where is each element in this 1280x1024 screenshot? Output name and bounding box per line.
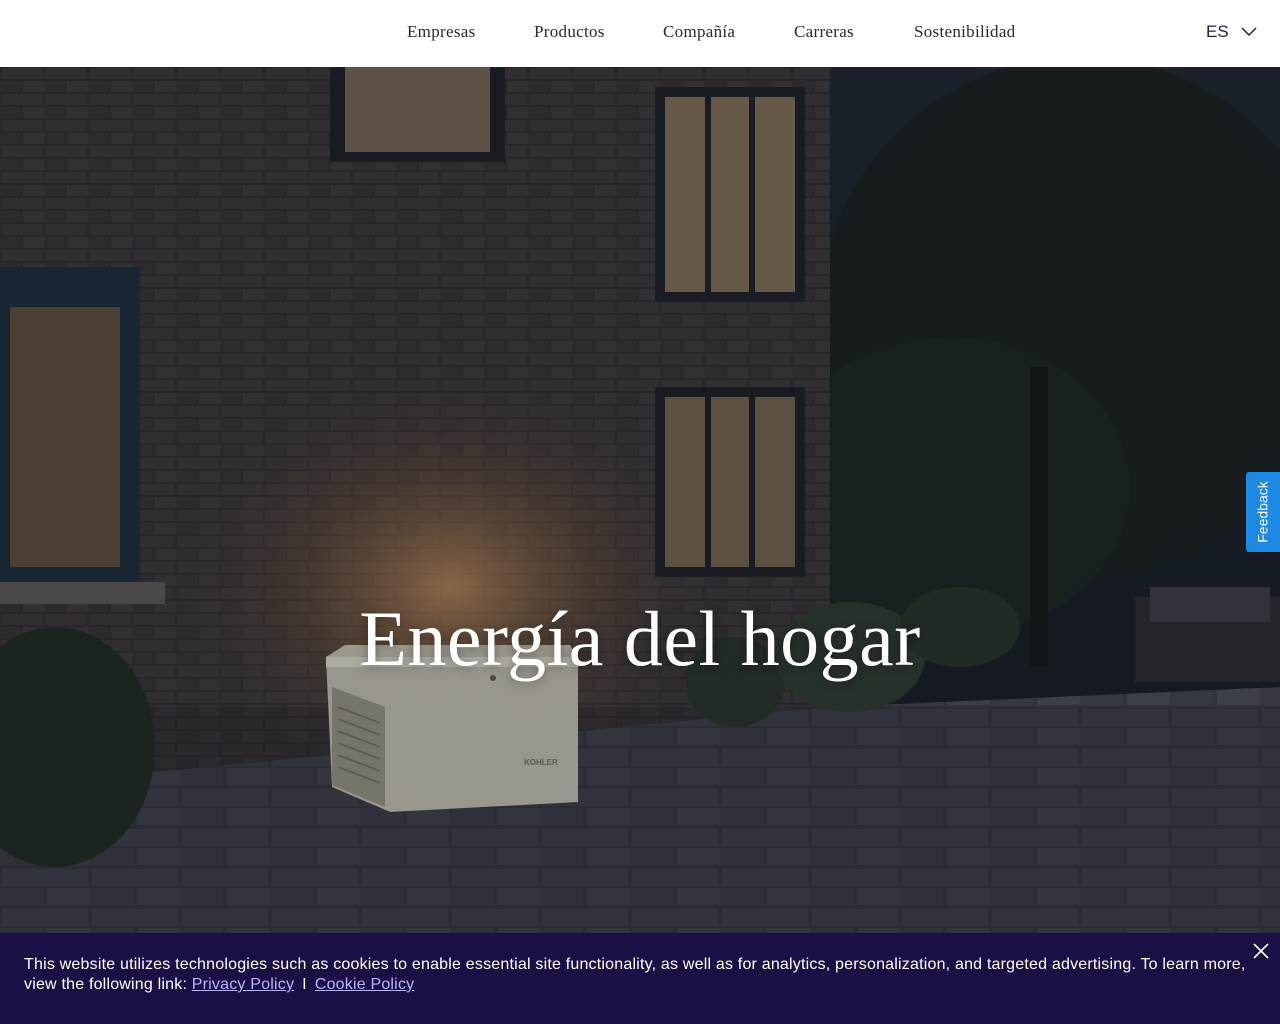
cookie-banner: This website utilizes technologies such …: [0, 933, 1280, 1024]
link-separator: I: [302, 976, 307, 993]
nav-sostenibilidad[interactable]: Sostenibilidad: [914, 22, 1015, 42]
cookie-message: This website utilizes technologies such …: [24, 955, 1256, 995]
feedback-label: Feedback: [1255, 481, 1272, 543]
privacy-policy-link[interactable]: Privacy Policy: [192, 976, 294, 993]
feedback-tab[interactable]: Feedback: [1246, 472, 1280, 552]
main-nav: Empresas Productos Compañía Carreras Sos…: [0, 0, 1280, 67]
hero-section: KOHLER Energía del hogar: [0, 67, 1280, 933]
language-selector[interactable]: ES: [1206, 22, 1257, 42]
cookie-policy-link[interactable]: Cookie Policy: [315, 976, 415, 993]
nav-productos[interactable]: Productos: [534, 22, 605, 42]
site-header: Empresas Productos Compañía Carreras Sos…: [0, 0, 1280, 67]
nav-carreras[interactable]: Carreras: [794, 22, 854, 42]
nav-compania[interactable]: Compañía: [663, 22, 735, 42]
chevron-down-icon: [1241, 27, 1257, 37]
nav-empresas[interactable]: Empresas: [407, 22, 476, 42]
hero-title: Energía del hogar: [359, 595, 921, 682]
language-label: ES: [1206, 22, 1229, 41]
hero-background-image: KOHLER: [0, 67, 1280, 933]
